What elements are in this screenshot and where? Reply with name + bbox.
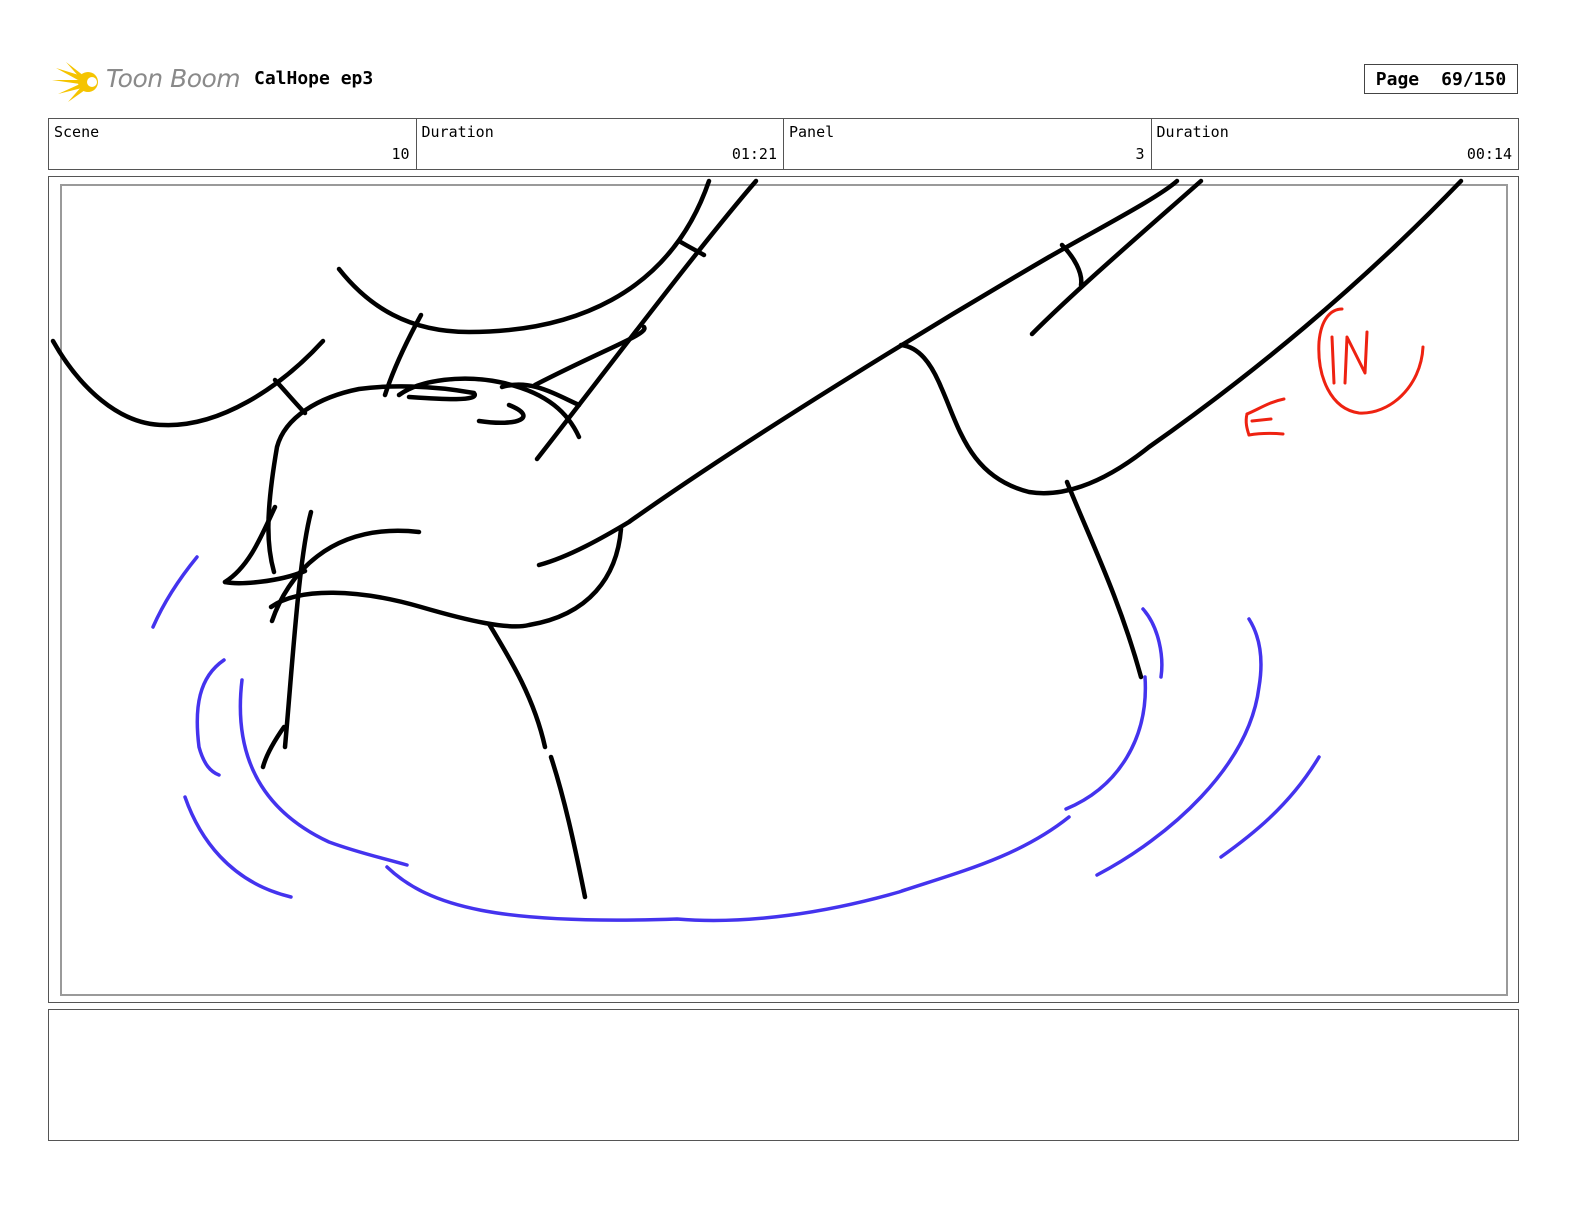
panel-label: Panel	[789, 123, 835, 141]
page-label: Page	[1375, 68, 1420, 90]
camera-direction-note	[1244, 307, 1425, 437]
panel-duration-label: Duration	[1156, 123, 1229, 141]
logo-text: Toon Boom	[106, 64, 241, 93]
scene-cell: Scene 10	[49, 119, 417, 169]
panel-duration-cell: Duration 00:14	[1152, 119, 1519, 169]
page-indicator: Page 69/150	[1364, 64, 1518, 94]
toon-boom-logo: Toon Boom	[52, 58, 242, 102]
panel-info-row: Scene 10 Duration 01:21 Panel 3 Duration…	[48, 118, 1519, 170]
panel-value: 3	[1135, 145, 1145, 163]
storyboard-panel	[48, 176, 1519, 1003]
scene-label: Scene	[54, 123, 100, 141]
scene-duration-value: 01:21	[731, 145, 777, 163]
project-title: CalHope ep3	[254, 68, 374, 89]
scene-duration-cell: Duration 01:21	[417, 119, 784, 169]
panel-cell: Panel 3	[784, 119, 1152, 169]
ripple-effect-lines	[151, 555, 1321, 923]
page-header: Toon Boom CalHope ep3 Page 69/150	[48, 52, 1538, 108]
panel-notes	[48, 1009, 1519, 1141]
logo-burst-icon	[52, 62, 98, 102]
panel-duration-value: 00:14	[1466, 145, 1512, 163]
scene-duration-label: Duration	[421, 123, 494, 141]
page-number: 69/150	[1441, 68, 1507, 90]
panel-sketch	[50, 178, 1464, 923]
scene-value: 10	[391, 145, 410, 163]
